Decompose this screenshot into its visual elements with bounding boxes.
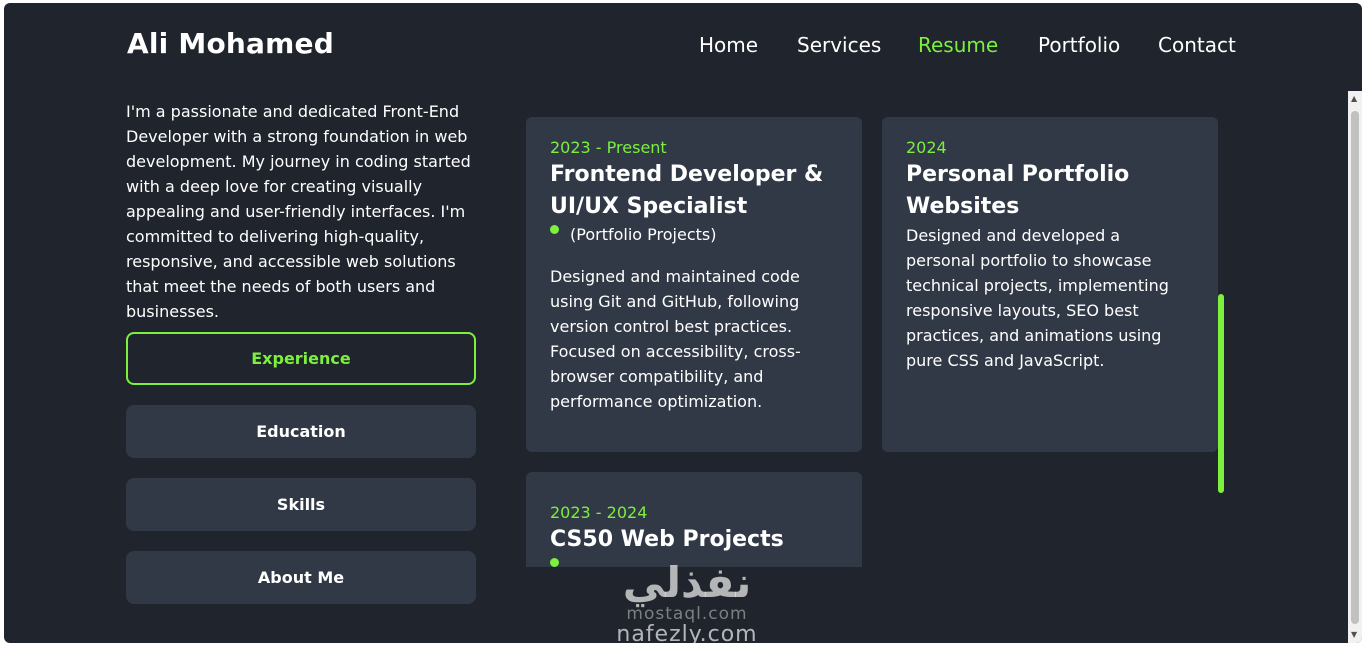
nav-resume[interactable]: Resume <box>918 33 998 57</box>
scroll-down-arrow-icon[interactable]: ▼ <box>1351 631 1357 639</box>
watermark-arabic: نفذلي <box>622 558 752 607</box>
tab-experience[interactable]: Experience <box>126 332 476 385</box>
card-title: Personal Portfolio Websites <box>906 162 1130 219</box>
nav-home[interactable]: Home <box>699 33 758 57</box>
card-year: 2023 - 2024 <box>550 503 648 522</box>
card-description: Designed and developed a personal portfo… <box>906 226 1169 370</box>
experience-cards[interactable]: 2023 - Present Frontend Developer & UI/U… <box>526 88 1226 567</box>
card-year: 2024 <box>906 138 947 157</box>
scroll-up-arrow-icon[interactable]: ▲ <box>1351 95 1357 103</box>
intro-text: I'm a passionate and dedicated Front-End… <box>126 102 471 321</box>
card-subtitle: (Portfolio Projects) <box>550 225 838 244</box>
card-title: CS50 Web Projects <box>550 527 784 552</box>
bullet-dot-icon <box>550 558 559 567</box>
nav-contact[interactable]: Contact <box>1158 33 1236 57</box>
card-subtitle-text: (Portfolio Projects) <box>570 225 717 244</box>
page-scrollbar[interactable]: ▲ ▼ <box>1348 91 1362 643</box>
bullet-dot-icon <box>550 225 559 234</box>
tab-skills[interactable]: Skills <box>126 478 476 531</box>
nav-portfolio[interactable]: Portfolio <box>1038 33 1120 57</box>
page: Ali Mohamed Home Services Resume Portfol… <box>4 3 1362 643</box>
card-title: Frontend Developer & UI/UX Specialist <box>550 162 824 219</box>
tab-about-me[interactable]: About Me <box>126 551 476 604</box>
nav-services[interactable]: Services <box>797 33 881 57</box>
experience-card: 2024 Personal Portfolio Websites Designe… <box>882 117 1218 452</box>
tab-education[interactable]: Education <box>126 405 476 458</box>
experience-card: 2023 - Present Frontend Developer & UI/U… <box>526 117 862 452</box>
card-description: Designed and maintained code using Git a… <box>550 267 801 411</box>
experience-card: 2023 - 2024 CS50 Web Projects <box>526 472 862 567</box>
page-scrollbar-thumb[interactable] <box>1351 111 1359 624</box>
main-nav: Home Services Resume Portfolio Contact <box>4 33 1244 63</box>
card-year: 2023 - Present <box>550 138 667 157</box>
watermark: نفذلي mostaql.com nafezly.com <box>602 558 772 644</box>
watermark-line1: mostaql.com <box>626 604 748 624</box>
watermark-line2: nafezly.com <box>616 622 758 644</box>
cards-scrollbar-thumb[interactable] <box>1218 294 1224 493</box>
